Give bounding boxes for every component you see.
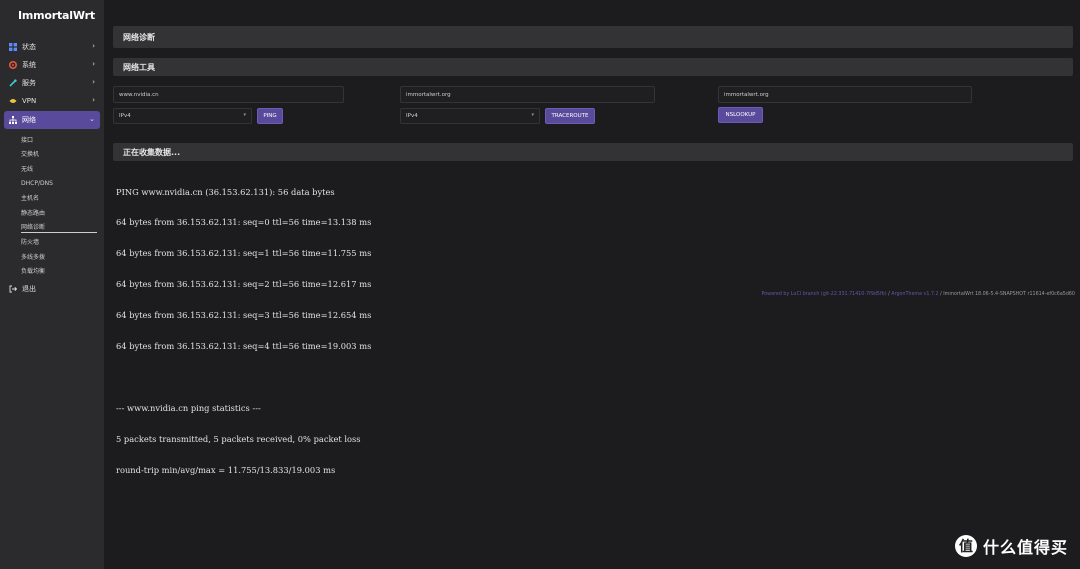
sidebar-subitem-switch[interactable]: 交换机 bbox=[0, 147, 104, 162]
sidebar-subitem-hostnames[interactable]: 主机名 bbox=[0, 190, 104, 205]
nslookup-button[interactable]: NSLOOKUP bbox=[718, 107, 763, 123]
chevron-right-icon: › bbox=[92, 78, 95, 86]
sidebar-item-label: 退出 bbox=[22, 284, 36, 293]
watermark-badge-icon: 值 bbox=[954, 535, 977, 557]
output-line: --- www.nvidia.cn ping statistics --- bbox=[116, 402, 261, 413]
network-icon bbox=[9, 116, 17, 124]
sidebar-subitem-dhcp-dns[interactable]: DHCP/DNS bbox=[0, 176, 104, 191]
output-line: round-trip min/avg/max = 11.755/13.833/1… bbox=[116, 464, 336, 475]
output-line: 5 packets transmitted, 5 packets receive… bbox=[116, 433, 361, 444]
page-title: 网络诊断 bbox=[113, 26, 1073, 48]
output-line: 64 bytes from 36.153.62.131: seq=2 ttl=5… bbox=[116, 279, 372, 290]
sidebar-item-services[interactable]: 服务 › bbox=[0, 74, 104, 92]
chevron-right-icon: › bbox=[92, 96, 95, 104]
chevron-down-icon: ▾ bbox=[243, 112, 246, 118]
main-content: 网络诊断 网络工具 www.nvidia.cn IPv4 ▾ PING immo… bbox=[104, 0, 1080, 569]
output-line: PING www.nvidia.cn (36.153.62.131): 56 d… bbox=[116, 186, 335, 197]
output-line: 64 bytes from 36.153.62.131: seq=1 ttl=5… bbox=[116, 248, 372, 259]
collecting-status: 正在收集数据... bbox=[113, 143, 1073, 161]
traceroute-protocol-select[interactable]: IPv4 ▾ bbox=[400, 108, 540, 124]
sidebar-item-label: 网络 bbox=[22, 116, 36, 124]
sidebar-item-vpn[interactable]: VPN › bbox=[0, 92, 104, 110]
vpn-icon bbox=[9, 97, 17, 105]
network-submenu: 接口 交换机 无线 DHCP/DNS 主机名 静态路由 网络诊断 防火墙 多线多… bbox=[0, 130, 104, 278]
traceroute-button[interactable]: TRACEROUTE bbox=[545, 108, 595, 124]
watermark: 值 什么值得买 bbox=[954, 534, 1068, 558]
sidebar-item-system[interactable]: 系统 › bbox=[0, 56, 104, 74]
output-line: 64 bytes from 36.153.62.131: seq=0 ttl=5… bbox=[116, 217, 372, 228]
services-icon bbox=[9, 79, 17, 87]
nslookup-host-input[interactable]: immortalwrt.org bbox=[718, 86, 972, 103]
sidebar-item-label: VPN bbox=[22, 97, 37, 105]
output-line: 64 bytes from 36.153.62.131: seq=3 ttl=5… bbox=[116, 310, 372, 321]
watermark-text: 什么值得买 bbox=[982, 538, 1068, 557]
sidebar-subitem-multiwan[interactable]: 多线多拨 bbox=[0, 249, 104, 264]
sidebar: ImmortalWrt 状态 › 系统 › 服务 › VPN › 网络 ⌄ 接口… bbox=[0, 0, 104, 569]
section-title-network-tools: 网络工具 bbox=[113, 58, 1073, 76]
sidebar-menu: 状态 › 系统 › 服务 › VPN › 网络 ⌄ 接口 交换机 无线 DHCP… bbox=[0, 38, 104, 298]
chevron-right-icon: › bbox=[92, 42, 95, 50]
chevron-right-icon: › bbox=[92, 60, 95, 68]
output-line: 64 bytes from 36.153.62.131: seq=4 ttl=5… bbox=[116, 341, 372, 352]
brand-logo[interactable]: ImmortalWrt bbox=[18, 9, 95, 22]
sidebar-subitem-wireless[interactable]: 无线 bbox=[0, 161, 104, 176]
ping-protocol-value: IPv4 bbox=[119, 113, 131, 119]
ping-protocol-select[interactable]: IPv4 ▾ bbox=[113, 108, 252, 124]
traceroute-host-input[interactable]: immortalwrt.org bbox=[400, 86, 655, 103]
ping-host-input[interactable]: www.nvidia.cn bbox=[113, 86, 344, 103]
theme-link[interactable]: ArgonTheme v1.7.2 bbox=[891, 292, 938, 297]
sidebar-subitem-load-balancing[interactable]: 负载均衡 bbox=[0, 263, 104, 278]
ping-button[interactable]: PING bbox=[257, 108, 283, 124]
sidebar-subitem-firewall[interactable]: 防火墙 bbox=[0, 234, 104, 249]
diagnostic-output: PING www.nvidia.cn (36.153.62.131): 56 d… bbox=[116, 166, 1016, 496]
sidebar-item-logout[interactable]: 退出 bbox=[0, 280, 104, 298]
sidebar-item-label: 状态 bbox=[22, 43, 36, 51]
system-icon bbox=[9, 61, 17, 69]
chevron-down-icon: ⌄ bbox=[89, 115, 95, 123]
footer: Powered by LuCI branch (git-22.331.71410… bbox=[761, 292, 1075, 297]
sidebar-item-network[interactable]: 网络 ⌄ bbox=[4, 111, 100, 129]
sidebar-subitem-static-routes[interactable]: 静态路由 bbox=[0, 205, 104, 220]
traceroute-protocol-value: IPv4 bbox=[406, 113, 418, 119]
firmware-version: / ImmortalWrt 18.06-5.4-SNAPSHOT r11614-… bbox=[940, 292, 1075, 297]
sidebar-item-label: 系统 bbox=[22, 61, 36, 69]
luci-link[interactable]: Powered by LuCI branch (git-22.331.71410… bbox=[761, 292, 886, 297]
status-icon bbox=[9, 43, 17, 51]
sidebar-item-label: 服务 bbox=[22, 79, 36, 87]
sidebar-subitem-interfaces[interactable]: 接口 bbox=[0, 132, 104, 147]
chevron-down-icon: ▾ bbox=[531, 112, 534, 118]
logout-icon bbox=[9, 285, 17, 293]
sidebar-subitem-diagnostics[interactable]: 网络诊断 bbox=[0, 220, 104, 235]
sidebar-item-status[interactable]: 状态 › bbox=[0, 38, 104, 56]
